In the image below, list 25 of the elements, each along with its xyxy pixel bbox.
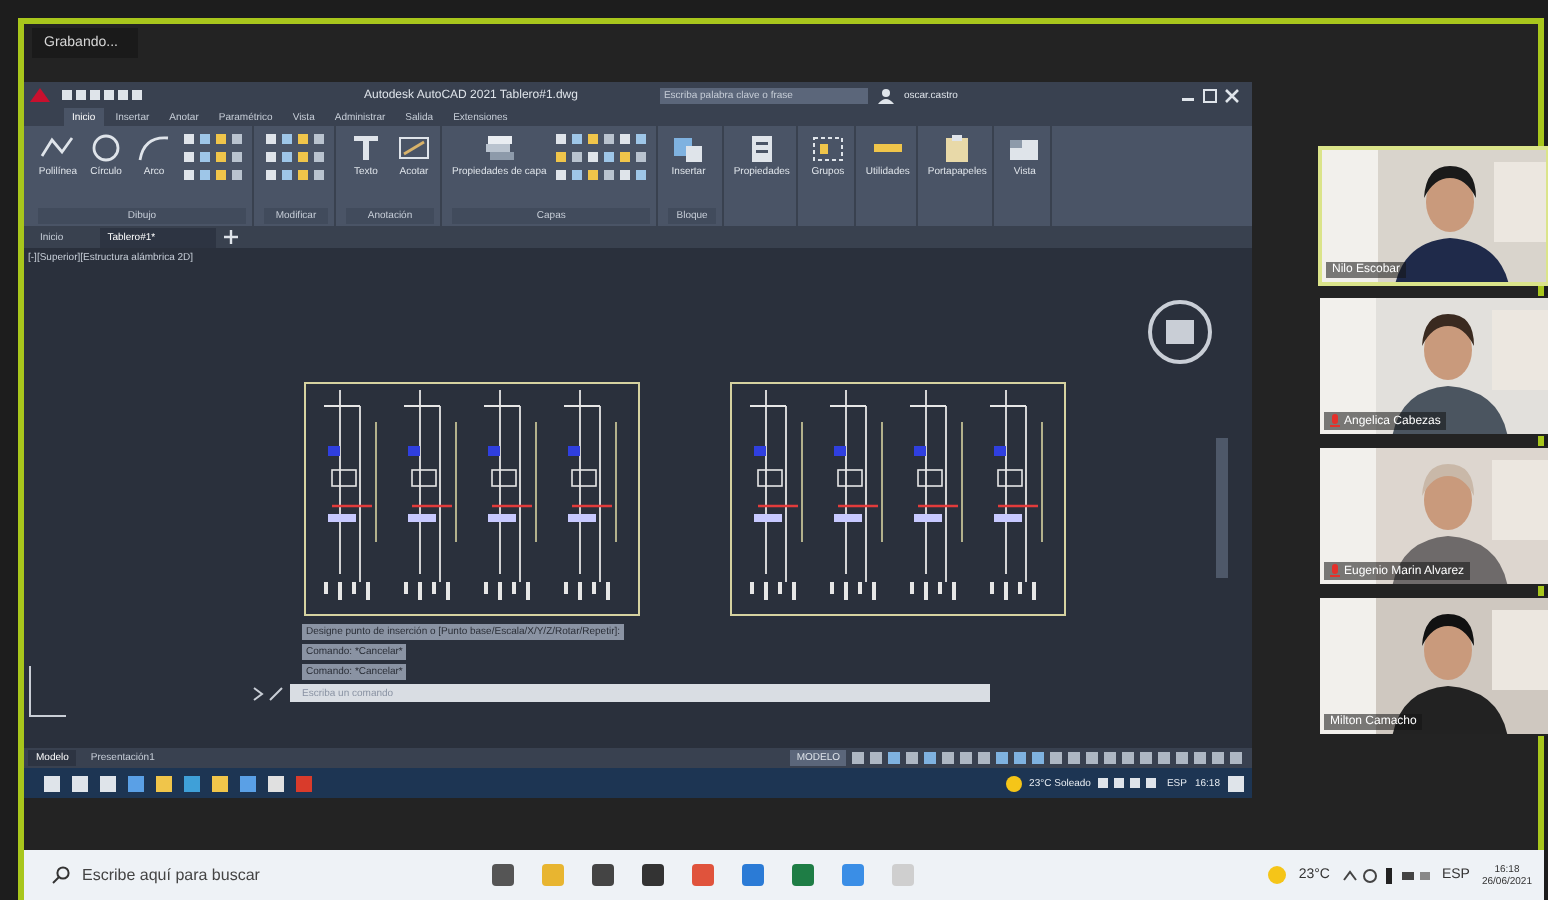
viewcube-icon[interactable] <box>1146 298 1214 366</box>
user-icon[interactable] <box>877 87 894 103</box>
group-icon <box>807 132 848 164</box>
notification-icon[interactable] <box>1228 775 1244 791</box>
muted-microphone-icon <box>1330 564 1340 578</box>
taskbar-icons-drawing[interactable] <box>44 771 316 795</box>
layer-tools-drawing[interactable] <box>554 132 651 186</box>
system-tray-icons-drawing[interactable] <box>1341 867 1430 883</box>
modify-tools-drawing[interactable] <box>264 132 328 186</box>
ucs-axis-icon <box>28 662 68 718</box>
draw-tools-drawing[interactable] <box>182 132 246 186</box>
arc-icon <box>134 132 174 164</box>
sun-icon <box>1268 866 1287 884</box>
sun-icon <box>1005 775 1022 791</box>
muted-microphone-icon <box>1330 414 1340 428</box>
dimension-icon <box>394 132 434 164</box>
app-logo-icon <box>28 86 52 104</box>
new-tab-icon[interactable] <box>223 230 238 244</box>
tray-icons-drawing[interactable] <box>1098 776 1159 790</box>
status-bar-icons-drawing[interactable] <box>852 750 1248 766</box>
window-controls-drawing[interactable] <box>1180 87 1240 103</box>
taskbar-search-field[interactable]: Escribe aquí para buscar <box>82 866 432 884</box>
command-line-icon[interactable] <box>252 685 284 701</box>
taskbar-apps-drawing[interactable] <box>492 860 916 890</box>
search-icon[interactable] <box>52 866 70 884</box>
